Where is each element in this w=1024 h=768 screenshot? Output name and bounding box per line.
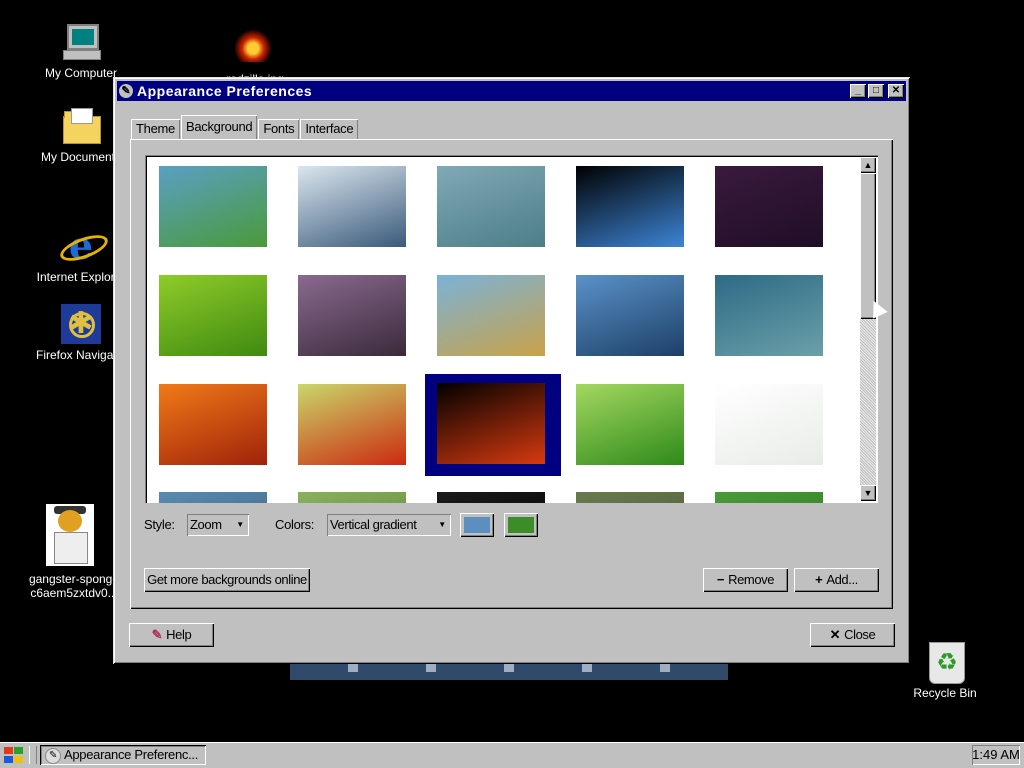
tab-interface[interactable]: Interface	[300, 119, 359, 139]
minimize-button[interactable]: _	[850, 84, 866, 98]
style-dropdown[interactable]: Zoom ▼	[187, 514, 249, 536]
taskbar: ✎ Appearance Preferenc... 1:49 AM	[0, 742, 1024, 768]
tab-background[interactable]: Background	[180, 115, 258, 139]
remove-button[interactable]: − Remove	[703, 568, 788, 592]
add-button-label: Add...	[826, 572, 858, 587]
tab-fonts[interactable]: Fonts	[258, 119, 300, 139]
computer-icon	[61, 22, 101, 62]
taskbar-item-label: Appearance Preferenc...	[64, 747, 199, 762]
help-book-icon: ✎	[151, 627, 163, 642]
background-thumbnail[interactable]	[576, 275, 684, 356]
background-thumbnail[interactable]	[715, 166, 823, 247]
background-thumbnail[interactable]	[715, 384, 823, 465]
taskbar-grip	[29, 746, 37, 764]
help-button[interactable]: ✎ Help	[129, 623, 214, 647]
add-button[interactable]: + Add...	[794, 568, 879, 592]
plus-icon: +	[815, 572, 823, 587]
gangster-image-icon	[46, 504, 98, 568]
secondary-color-swatch	[508, 517, 534, 533]
chevron-down-icon: ▼	[236, 520, 244, 529]
colors-dropdown-value: Vertical gradient	[330, 517, 417, 532]
background-thumbnail[interactable]	[437, 492, 545, 503]
background-thumbnail[interactable]	[159, 275, 267, 356]
background-thumbnail[interactable]	[437, 166, 545, 247]
background-tab-panel: ▲ ▼ Style: Zoom ▼ Colors: Vertical gradi…	[130, 139, 893, 609]
minus-icon: −	[716, 572, 725, 587]
background-thumbnail-grid: ▲ ▼	[145, 155, 878, 503]
tab-bar: Theme Background Fonts Interface	[131, 115, 359, 139]
background-thumbnail[interactable]	[298, 275, 406, 356]
desktop-icon-label-line2: c6aem5zxtdv0...	[30, 586, 118, 600]
remove-button-label: Remove	[728, 572, 775, 587]
background-thumbnail[interactable]	[298, 384, 406, 465]
colors-dropdown[interactable]: Vertical gradient ▼	[327, 514, 451, 536]
internet-explorer-icon: e	[57, 226, 111, 266]
style-dropdown-value: Zoom	[190, 517, 222, 532]
close-button[interactable]: ✕ Close	[810, 623, 895, 647]
appearance-icon: ✎	[119, 84, 133, 98]
background-thumbnail[interactable]	[159, 492, 267, 503]
help-button-label: Help	[166, 627, 192, 642]
desktop-icon-label: gangster-sponge	[28, 572, 120, 586]
background-thumbnail[interactable]	[298, 166, 406, 247]
background-thumbnail[interactable]	[576, 384, 684, 465]
system-clock: 1:49 AM	[972, 745, 1020, 765]
taskbar-item-appearance-preferences[interactable]: ✎ Appearance Preferenc...	[40, 745, 206, 765]
window-titlebar[interactable]: ✎ Appearance Preferences _ □ ✕	[117, 81, 906, 101]
background-thumbnail[interactable]	[576, 492, 684, 503]
background-thumbnail[interactable]	[437, 275, 545, 356]
background-thumbnail[interactable]	[437, 383, 545, 464]
ship-wheel-icon	[61, 304, 101, 344]
scroll-up-arrow-icon[interactable]: ▲	[860, 157, 876, 173]
style-label: Style:	[144, 517, 175, 532]
get-more-backgrounds-button[interactable]: Get more backgrounds online	[144, 568, 310, 592]
folder-icon	[61, 106, 101, 146]
vertical-scrollbar[interactable]: ▲ ▼	[860, 157, 876, 501]
background-thumbnail[interactable]	[159, 384, 267, 465]
primary-color-swatch	[464, 517, 490, 533]
chevron-down-icon: ▼	[438, 520, 446, 529]
fire-image-icon	[235, 28, 275, 68]
secondary-color-button[interactable]	[504, 513, 538, 537]
close-button-label: Close	[844, 627, 876, 642]
appearance-preferences-window: ✎ Appearance Preferences _ □ ✕ Theme Bac…	[113, 77, 910, 664]
desktop-icon-gangster-sponge[interactable]: gangster-sponge c6aem5zxtdv0...	[28, 504, 120, 600]
background-thumbnail[interactable]	[298, 492, 406, 503]
background-thumbnail[interactable]	[715, 492, 823, 503]
tab-theme[interactable]: Theme	[131, 119, 180, 139]
desktop-icon-my-computer[interactable]: My Computer	[36, 22, 126, 80]
scrollbar-thumb[interactable]	[860, 173, 876, 319]
scroll-down-arrow-icon[interactable]: ▼	[860, 485, 876, 501]
primary-color-button[interactable]	[460, 513, 494, 537]
close-icon: ✕	[829, 627, 841, 642]
maximize-button[interactable]: □	[868, 84, 884, 98]
appearance-icon: ✎	[45, 748, 61, 764]
start-menu-logo-icon[interactable]	[2, 746, 24, 764]
desktop-icon-recycle-bin[interactable]: ♻ Recycle Bin	[900, 642, 990, 700]
background-thumbnail[interactable]	[715, 275, 823, 356]
window-title: Appearance Preferences	[137, 83, 313, 99]
background-thumbnail[interactable]	[159, 166, 267, 247]
close-window-button[interactable]: ✕	[888, 84, 904, 98]
colors-label: Colors:	[275, 517, 315, 532]
background-thumbnail[interactable]	[576, 166, 684, 247]
desktop-icon-label: Recycle Bin	[913, 686, 977, 700]
recycle-bin-icon: ♻	[925, 642, 965, 684]
